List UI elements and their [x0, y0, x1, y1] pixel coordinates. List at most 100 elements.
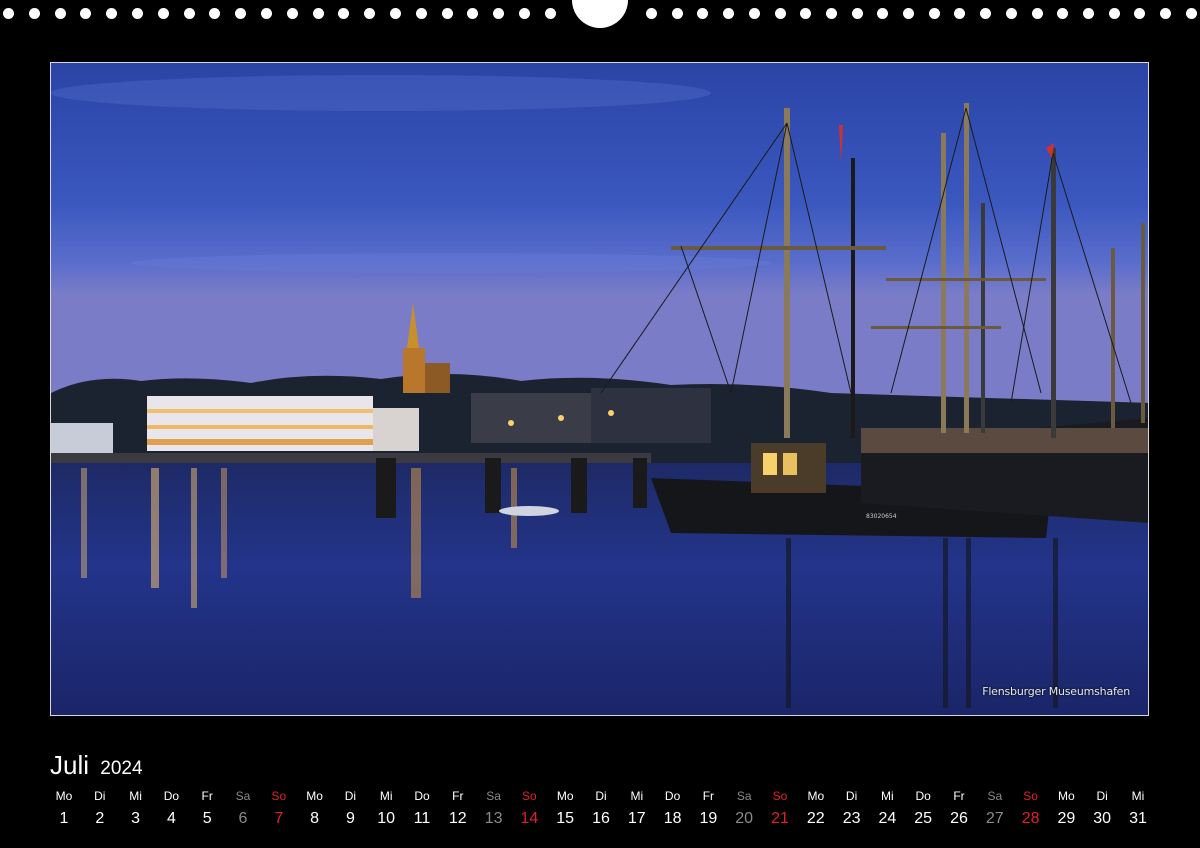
calendar-day: Sa 27	[975, 788, 1015, 828]
weekday-label: Mo	[807, 789, 825, 803]
binding-hole	[1160, 8, 1171, 19]
day-number: 25	[914, 810, 933, 827]
day-number: 11	[413, 810, 431, 827]
binding-hole	[235, 8, 247, 19]
day-number: 29	[1057, 810, 1076, 827]
calendar-day: Fr 12	[438, 788, 478, 828]
binding-hole	[106, 8, 118, 19]
binding-hole	[390, 8, 401, 19]
weekday-label: Di	[344, 789, 357, 803]
weekday-label: Sa	[736, 789, 752, 803]
calendar-day: So 14	[509, 788, 549, 828]
binding-hole	[646, 8, 657, 19]
binding-hole	[1031, 8, 1043, 19]
binding-hole	[467, 8, 479, 19]
harbor-photo: 83020654 Flensburger Museumshafen	[50, 62, 1149, 716]
binding-hole	[1185, 8, 1197, 19]
binding-hole	[183, 8, 195, 19]
day-number: 3	[131, 810, 141, 827]
binding-hole	[1134, 8, 1146, 19]
binding-hole	[980, 8, 992, 19]
binding-hole	[364, 8, 376, 19]
weekday-label: Mo	[1058, 789, 1075, 803]
day-number: 4	[166, 810, 176, 827]
binding-hole	[1082, 8, 1094, 19]
weekday-label: Mi	[1131, 789, 1145, 803]
calendar-strip: Mo 1 Di 2 Mi 3 Do 4 Fr 5 Sa 6 So 7 Mo 8 Di 9 Mi 10 Do 11 Fr 12 S…	[44, 788, 1154, 838]
calendar-day: Mi 17	[617, 788, 657, 828]
weekday-label: So	[1023, 789, 1038, 803]
weekday-label: Fr	[702, 789, 715, 803]
calendar-day: So 28	[1011, 788, 1051, 828]
calendar-day: Sa 13	[474, 788, 514, 828]
day-number: 16	[592, 810, 610, 827]
binding-hole	[286, 8, 298, 19]
day-number: 12	[448, 810, 467, 827]
weekday-label: Mi	[129, 789, 142, 803]
weekday-label: Di	[845, 789, 858, 803]
weekday-label: Mi	[881, 789, 894, 803]
weekday-label: Di	[1096, 789, 1108, 803]
day-number: 1	[59, 810, 69, 827]
weekday-label: Mo	[556, 789, 574, 803]
weekday-label: So	[772, 789, 788, 803]
binding-hole	[903, 8, 914, 19]
month-name: Juli	[50, 750, 90, 780]
binding-hole	[671, 8, 683, 19]
binding-hole	[544, 8, 556, 19]
calendar-day: Mo 15	[545, 788, 585, 828]
binding-hole	[877, 8, 889, 19]
weekday-label: Do	[414, 789, 430, 803]
binding-hole	[1057, 8, 1069, 19]
weekday-label: Sa	[235, 789, 251, 803]
binding-hole	[338, 8, 350, 19]
day-number: 5	[202, 810, 212, 827]
calendar-day: Do 18	[653, 788, 693, 828]
day-number: 20	[735, 810, 754, 827]
binding-hole	[748, 8, 760, 19]
calendar-day: So 21	[760, 788, 800, 828]
binding-hole	[1108, 8, 1120, 19]
calendar-day: Di 23	[832, 788, 872, 828]
calendar-day: Fr 5	[187, 788, 227, 828]
binding-hole	[723, 8, 735, 19]
calendar-day: Fr 26	[939, 788, 979, 828]
calendar-day: Do 11	[402, 788, 442, 828]
binding-hole	[415, 8, 427, 19]
weekday-label: Fr	[953, 789, 965, 803]
binding-hole	[157, 8, 169, 19]
day-number: 13	[484, 810, 503, 827]
weekday-label: Fr	[201, 789, 213, 803]
calendar-day: Fr 19	[688, 788, 728, 828]
weekday-label: So	[271, 789, 287, 803]
weekday-label: Mo	[306, 789, 323, 803]
boat-registration: 83020654	[866, 513, 897, 520]
weekday-label: Do	[664, 789, 681, 803]
binding-hole	[493, 8, 505, 19]
binding-hole	[261, 8, 272, 19]
weekday-label: Do	[915, 789, 931, 803]
day-number: 14	[520, 810, 539, 827]
weekday-label: Di	[94, 789, 106, 803]
day-number: 19	[699, 810, 718, 827]
day-number: 31	[1129, 810, 1147, 827]
calendar-day: Di 2	[80, 788, 120, 828]
weekday-label: Mo	[55, 789, 73, 803]
day-number: 6	[238, 810, 248, 827]
binding-hole	[209, 8, 221, 19]
weekday-label: Mi	[630, 789, 644, 803]
weekday-label: Do	[163, 789, 180, 803]
month-title: Juli 2024	[50, 750, 143, 781]
day-number: 8	[310, 810, 320, 827]
calendar-day: Mi 31	[1118, 788, 1158, 828]
binding-hole	[774, 8, 786, 19]
calendar-day: Sa 20	[724, 788, 764, 828]
binding-hole	[54, 8, 66, 19]
binding-hole	[28, 8, 40, 19]
weekday-label: Sa	[987, 789, 1003, 803]
photo-caption: Flensburger Museumshafen	[982, 685, 1130, 698]
calendar-day: Do 4	[151, 788, 191, 828]
harbor-scene: 83020654	[51, 63, 1148, 715]
calendar-day: Di 30	[1082, 788, 1122, 828]
binding-hole	[825, 8, 837, 19]
